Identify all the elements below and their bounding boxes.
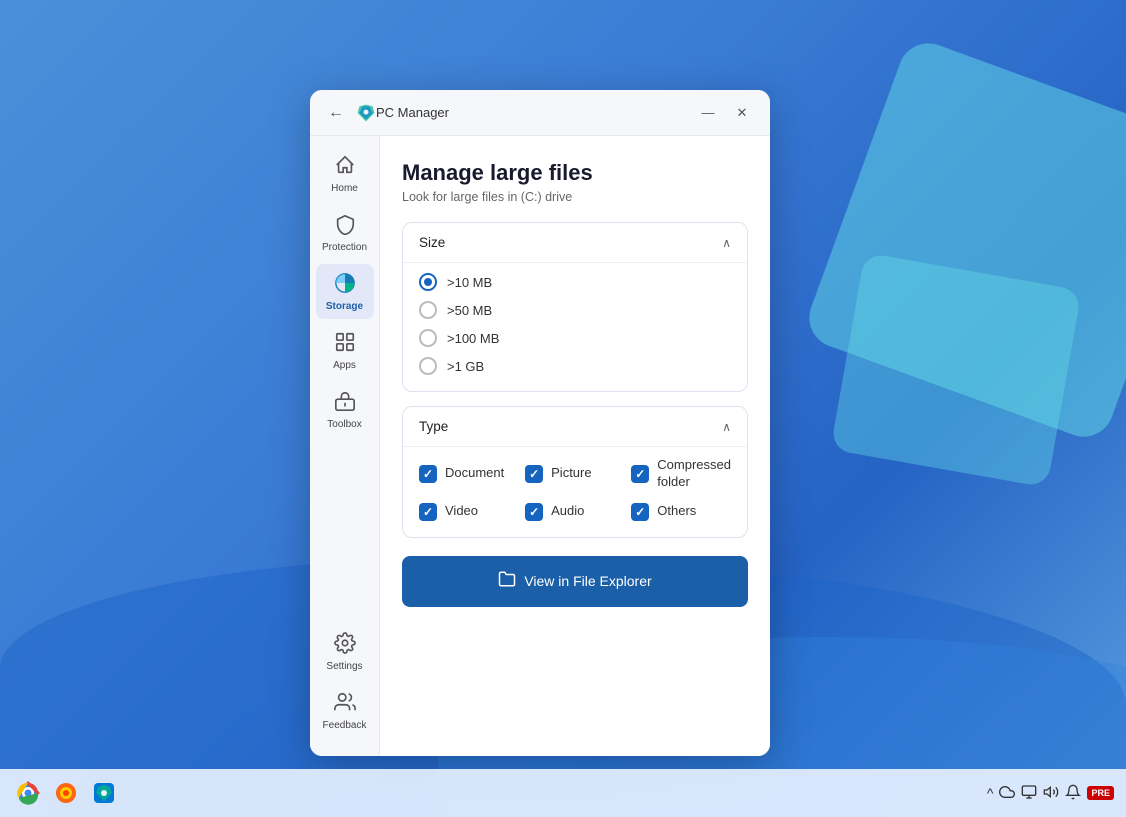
sidebar-home-label: Home [331, 183, 358, 195]
checkbox-audio-box[interactable] [525, 503, 543, 521]
close-button[interactable]: ✕ [726, 99, 758, 127]
sidebar-item-protection[interactable]: Protection [316, 205, 374, 260]
apps-icon [334, 331, 356, 357]
sidebar-storage-label: Storage [326, 301, 363, 313]
feedback-icon [334, 691, 356, 717]
taskbar-chrome-icon[interactable] [12, 777, 44, 809]
radio-50mb-label: >50 MB [447, 303, 492, 318]
checkbox-picture[interactable]: Picture [525, 457, 623, 491]
radio-100mb-label: >100 MB [447, 331, 499, 346]
checkbox-document-label: Document [445, 465, 504, 482]
checkbox-others-label: Others [657, 503, 696, 520]
sidebar-item-feedback[interactable]: Feedback [316, 683, 374, 738]
view-in-file-explorer-label: View in File Explorer [524, 573, 651, 589]
page-subtitle: Look for large files in (C:) drive [402, 190, 748, 204]
checkbox-compressed[interactable]: Compressed folder [631, 457, 731, 491]
type-chevron-icon: ∧ [722, 420, 731, 434]
checkbox-compressed-label: Compressed folder [657, 457, 731, 491]
sidebar-protection-label: Protection [322, 242, 367, 254]
tray-display-icon[interactable] [1021, 784, 1037, 803]
view-in-file-explorer-button[interactable]: View in File Explorer [402, 556, 748, 607]
home-icon [334, 154, 356, 180]
radio-option-50mb[interactable]: >50 MB [419, 301, 731, 319]
tray-cloud-icon[interactable] [999, 784, 1015, 803]
type-filter-header[interactable]: Type ∧ [403, 407, 747, 446]
tray-volume-icon[interactable] [1043, 784, 1059, 803]
sidebar-item-settings[interactable]: Settings [316, 624, 374, 679]
type-filter-body: Document Picture Compressed folder [403, 446, 747, 537]
checkbox-others[interactable]: Others [631, 503, 731, 521]
shield-icon [334, 213, 356, 239]
app-window: ← PC Manager — ✕ Home [310, 90, 770, 756]
size-chevron-icon: ∧ [722, 236, 731, 250]
taskbar-left [12, 777, 120, 809]
checkbox-video-label: Video [445, 503, 478, 520]
folder-icon [498, 570, 516, 593]
radio-1gb[interactable] [419, 357, 437, 375]
sidebar-apps-label: Apps [333, 360, 356, 372]
sidebar-item-storage[interactable]: Storage [316, 264, 374, 319]
radio-option-10mb[interactable]: >10 MB [419, 273, 731, 291]
taskbar-firefox-icon[interactable] [50, 777, 82, 809]
radio-1gb-label: >1 GB [447, 359, 484, 374]
size-filter-label: Size [419, 235, 445, 250]
radio-option-100mb[interactable]: >100 MB [419, 329, 731, 347]
checkbox-picture-box[interactable] [525, 465, 543, 483]
type-checkbox-grid: Document Picture Compressed folder [419, 457, 731, 521]
sidebar-feedback-label: Feedback [323, 720, 367, 732]
radio-100mb[interactable] [419, 329, 437, 347]
sidebar-toolbox-label: Toolbox [327, 419, 361, 431]
checkbox-others-box[interactable] [631, 503, 649, 521]
radio-10mb[interactable] [419, 273, 437, 291]
checkbox-picture-label: Picture [551, 465, 591, 482]
back-button[interactable]: ← [322, 99, 350, 127]
checkbox-document-box[interactable] [419, 465, 437, 483]
tray-chevron-icon[interactable]: ^ [987, 785, 994, 801]
sidebar-item-home[interactable]: Home [316, 146, 374, 201]
app-logo [356, 103, 376, 123]
app-title: PC Manager [376, 105, 692, 120]
taskbar-pcmanager-icon[interactable] [88, 777, 120, 809]
titlebar-controls: — ✕ [692, 99, 758, 127]
checkbox-video[interactable]: Video [419, 503, 517, 521]
checkbox-audio-label: Audio [551, 503, 584, 520]
page-title: Manage large files [402, 160, 748, 186]
checkbox-compressed-box[interactable] [631, 465, 649, 483]
titlebar: ← PC Manager — ✕ [310, 90, 770, 136]
main-content: Manage large files Look for large files … [380, 136, 770, 756]
toolbox-icon [334, 390, 356, 416]
size-filter-body: >10 MB >50 MB >100 MB >1 GB [403, 262, 747, 391]
checkbox-video-box[interactable] [419, 503, 437, 521]
sidebar-item-apps[interactable]: Apps [316, 323, 374, 378]
checkbox-audio[interactable]: Audio [525, 503, 623, 521]
settings-icon [334, 632, 356, 658]
app-body: Home Protection [310, 136, 770, 756]
radio-10mb-label: >10 MB [447, 275, 492, 290]
size-filter-section: Size ∧ >10 MB >50 MB >100 MB [402, 222, 748, 392]
tray-bell-icon[interactable] [1065, 784, 1081, 803]
type-filter-label: Type [419, 419, 448, 434]
sidebar-settings-label: Settings [326, 661, 362, 673]
tray-pre-badge[interactable]: PRE [1087, 786, 1114, 800]
sidebar-item-toolbox[interactable]: Toolbox [316, 382, 374, 437]
taskbar: ^ [0, 769, 1126, 817]
bg-shape-2 [830, 252, 1081, 487]
sidebar-bottom: Settings Feedback [316, 624, 374, 746]
sidebar: Home Protection [310, 136, 380, 756]
radio-option-1gb[interactable]: >1 GB [419, 357, 731, 375]
type-filter-section: Type ∧ Document Picture [402, 406, 748, 538]
checkbox-document[interactable]: Document [419, 457, 517, 491]
taskbar-right: ^ [987, 784, 1114, 803]
taskbar-tray: ^ [987, 784, 1114, 803]
radio-50mb[interactable] [419, 301, 437, 319]
storage-icon [334, 272, 356, 298]
size-filter-header[interactable]: Size ∧ [403, 223, 747, 262]
minimize-button[interactable]: — [692, 99, 724, 127]
